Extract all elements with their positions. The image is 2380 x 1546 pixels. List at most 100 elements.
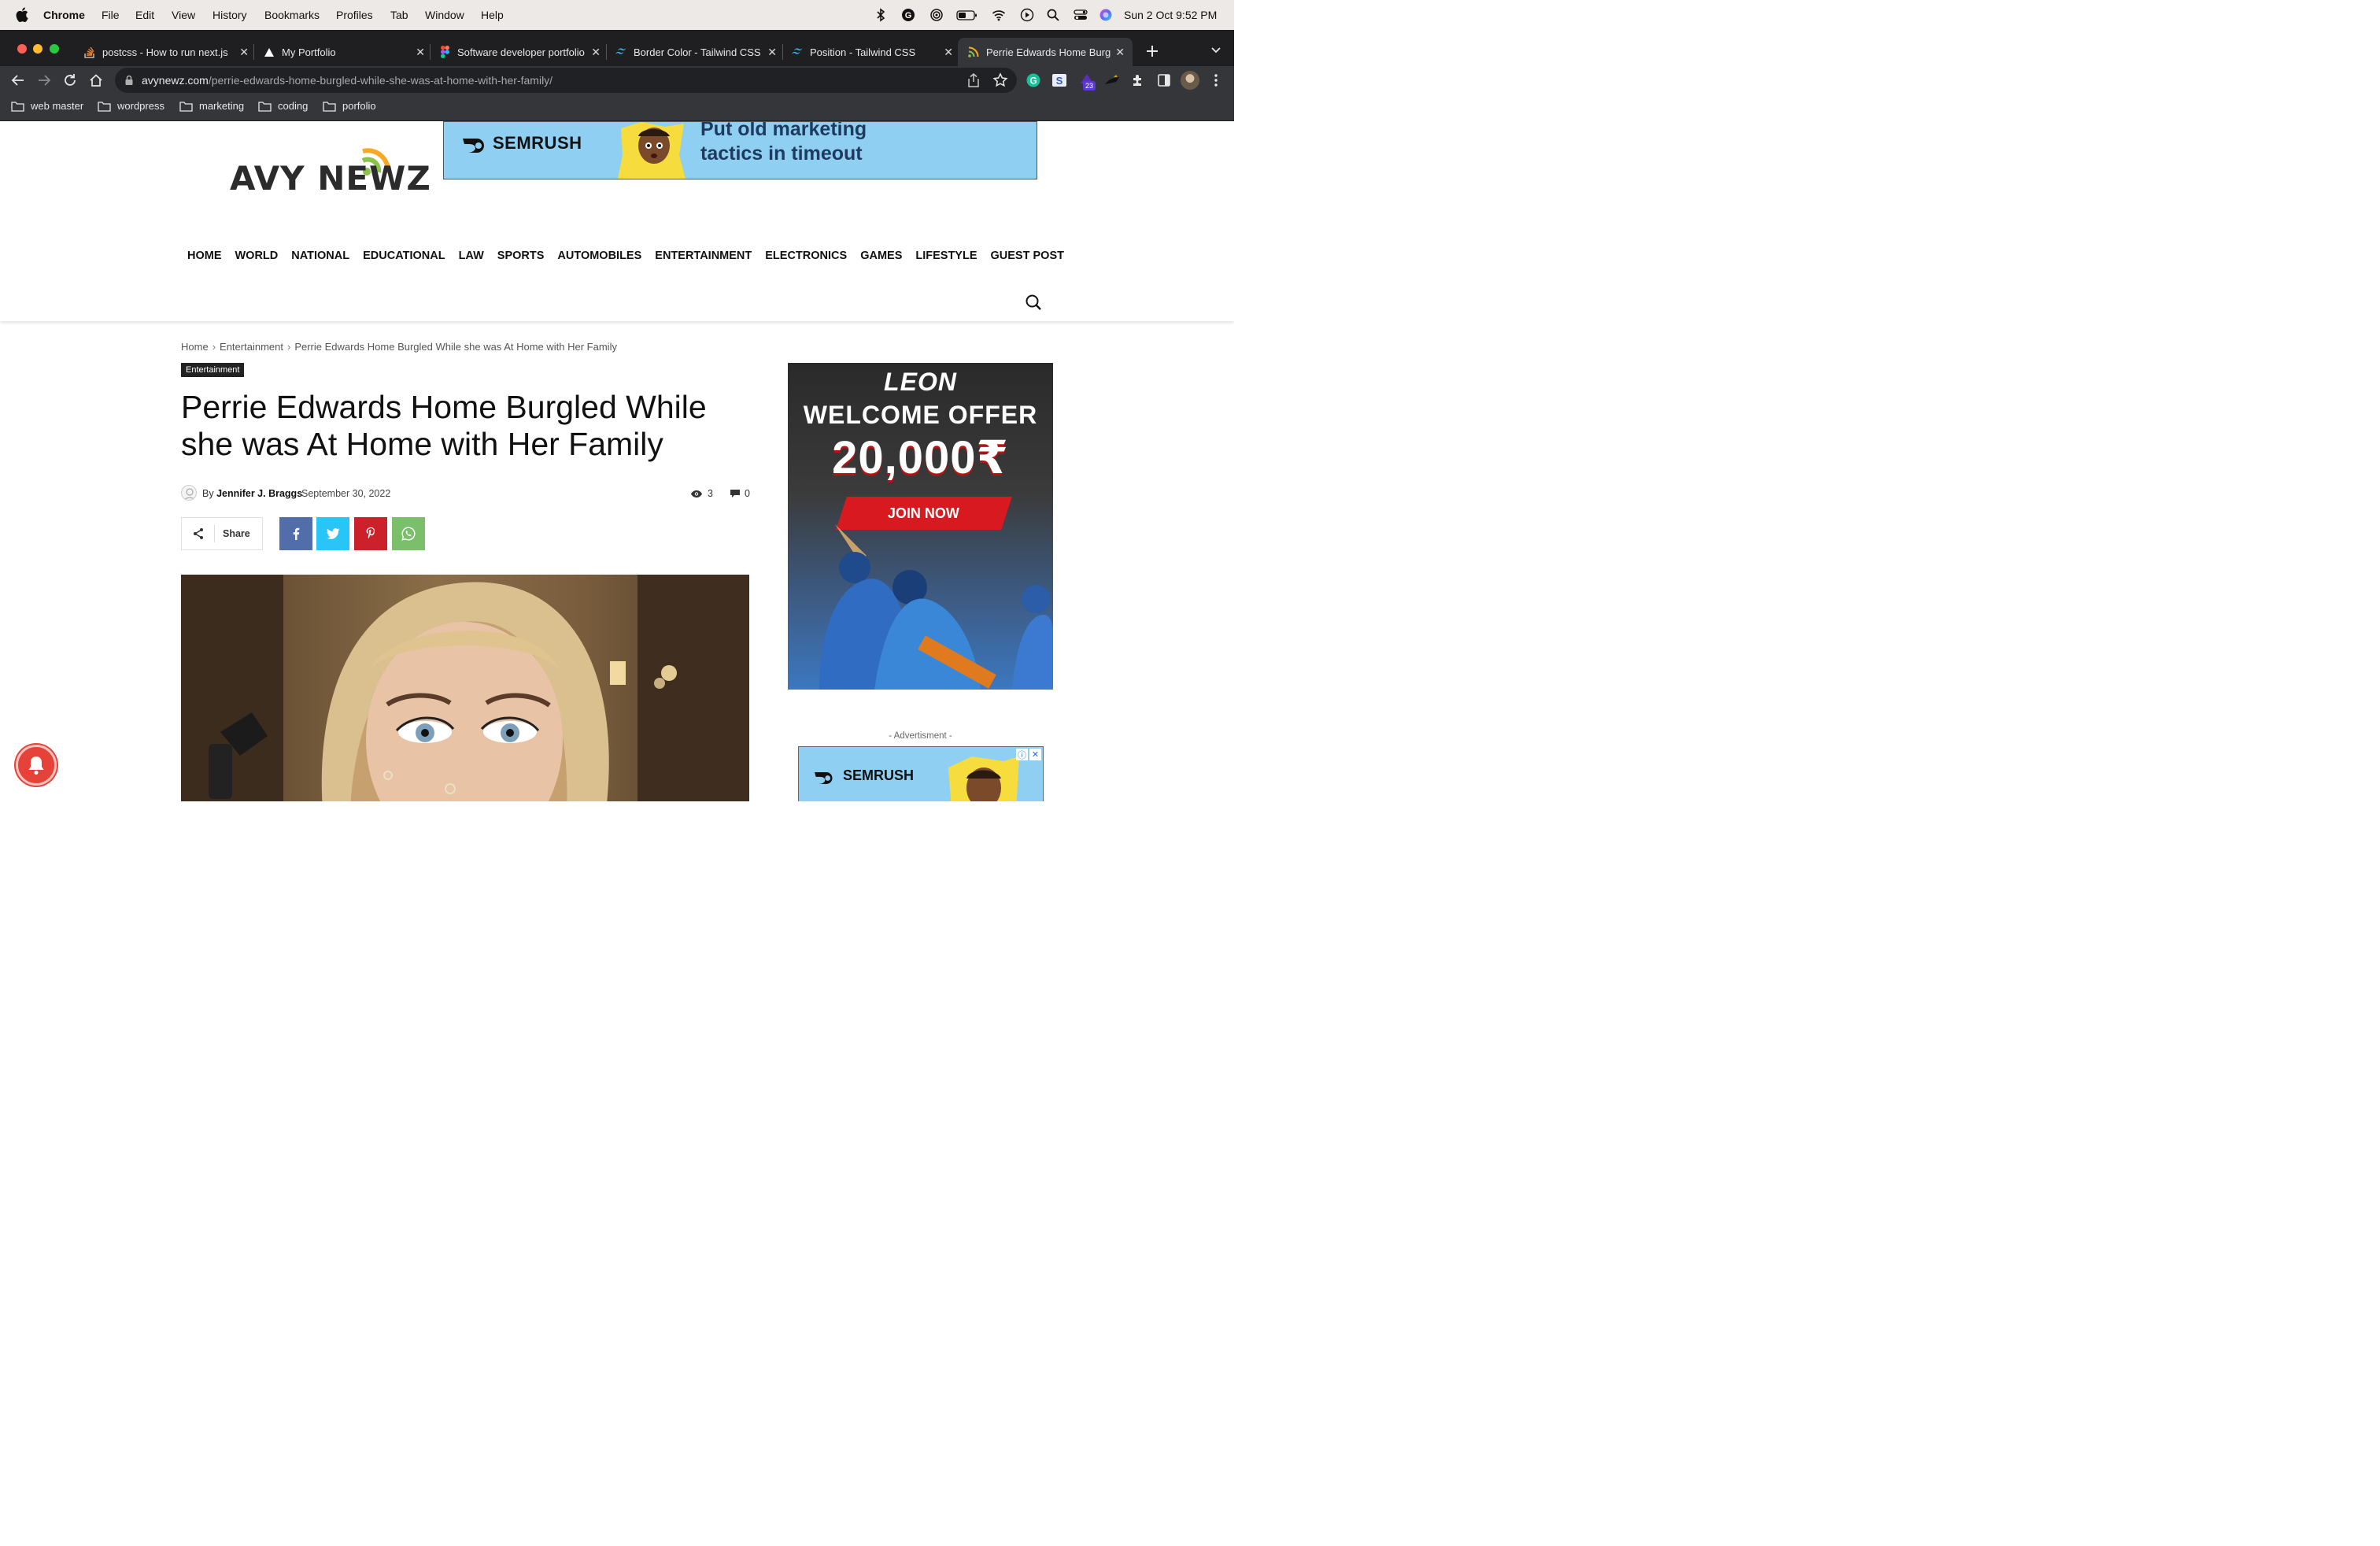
leon-ad-amount: 20,000₹ xyxy=(832,432,1009,483)
menu-app-chrome[interactable]: Chrome xyxy=(43,9,85,21)
ad-close-icon[interactable]: ✕ xyxy=(1029,749,1041,760)
apple-logo-icon[interactable] xyxy=(16,7,28,22)
push-notification-bell-button[interactable] xyxy=(16,745,57,786)
address-url[interactable]: avynewz.com/perrie-edwards-home-burgled-… xyxy=(142,74,552,87)
wifi-icon[interactable] xyxy=(992,8,1006,22)
menu-bar-clock[interactable]: Sun 2 Oct 9:52 PM xyxy=(1124,9,1217,21)
tab-postcss[interactable]: postcss - How to run next.js ✕ xyxy=(83,38,249,66)
nav-electronics[interactable]: ELECTRONICS xyxy=(765,250,847,262)
tab-close-icon[interactable]: ✕ xyxy=(944,46,953,59)
menu-edit[interactable]: Edit xyxy=(135,9,154,21)
semrush-extension-icon[interactable]: S xyxy=(1051,72,1067,88)
tab-close-icon[interactable]: ✕ xyxy=(591,46,601,59)
semrush-sidebar-ad[interactable]: SEMRUSH ⓘ ✕ xyxy=(798,746,1044,801)
author-name[interactable]: Jennifer J. Braggs xyxy=(216,488,302,499)
nav-automobiles[interactable]: AUTOMOBILES xyxy=(557,250,641,262)
back-arrow-icon[interactable] xyxy=(10,72,26,88)
nav-national[interactable]: NATIONAL xyxy=(291,250,349,262)
site-logo-text[interactable]: AVY NEWZ xyxy=(230,159,431,198)
chrome-menu-kebab-icon[interactable] xyxy=(1210,72,1222,88)
nav-games[interactable]: GAMES xyxy=(860,250,902,262)
category-badge[interactable]: Entertainment xyxy=(181,363,245,377)
tab-position-tailwind[interactable]: Position - Tailwind CSS ✕ xyxy=(791,38,953,66)
menu-file[interactable]: File xyxy=(102,9,120,21)
reload-icon[interactable] xyxy=(62,72,78,88)
menu-view[interactable]: View xyxy=(172,9,195,21)
author-avatar[interactable] xyxy=(181,485,197,501)
nav-educational[interactable]: EDUCATIONAL xyxy=(363,250,445,262)
tab-title: My Portfolio xyxy=(282,46,336,58)
whatfont-extension-icon[interactable] xyxy=(1103,72,1121,88)
tab-title: Software developer portfolio xyxy=(457,46,585,58)
lock-icon[interactable] xyxy=(124,75,134,86)
tab-close-icon[interactable]: ✕ xyxy=(239,46,249,59)
facebook-icon xyxy=(293,527,300,540)
tab-software-developer-portfolio[interactable]: Software developer portfolio ✕ xyxy=(438,38,601,66)
tab-divider xyxy=(782,44,783,60)
bookmark-folder-web-master[interactable]: web master xyxy=(11,100,83,112)
nav-guest-post[interactable]: GUEST POST xyxy=(991,250,1064,262)
article-featured-image[interactable] xyxy=(181,575,749,801)
profile-avatar[interactable] xyxy=(1181,71,1199,90)
siri-icon[interactable] xyxy=(1099,8,1113,22)
battery-icon[interactable] xyxy=(956,8,978,22)
breadcrumb-entertainment[interactable]: Entertainment xyxy=(220,341,283,353)
bookmark-folder-coding[interactable]: coding xyxy=(258,100,308,112)
semrush-fire-icon xyxy=(815,771,833,784)
tab-search-chevron-icon[interactable] xyxy=(1210,46,1221,54)
leon-sidebar-ad[interactable]: LEON WELCOME OFFER 20,000₹ JOIN NOW xyxy=(788,363,1053,690)
semrush-banner-ad[interactable]: SEMRUSH Put old marketing tactics in tim… xyxy=(443,121,1037,179)
nav-home[interactable]: HOME xyxy=(187,250,222,262)
spotlight-search-icon[interactable] xyxy=(1046,8,1060,22)
menu-help[interactable]: Help xyxy=(481,9,504,21)
extension-with-badge[interactable]: 23 xyxy=(1079,72,1098,93)
window-close-button[interactable] xyxy=(17,44,27,54)
share-whatsapp-button[interactable] xyxy=(392,517,425,550)
grammarly-icon[interactable]: G xyxy=(901,8,915,22)
new-tab-icon[interactable] xyxy=(1146,45,1159,57)
semrush-ad2-brand-text: SEMRUSH xyxy=(843,767,915,783)
breadcrumb-home[interactable]: Home xyxy=(181,341,209,353)
menu-history[interactable]: History xyxy=(213,9,247,21)
extensions-puzzle-icon[interactable] xyxy=(1130,72,1146,88)
bluetooth-icon[interactable] xyxy=(874,8,888,22)
menu-bookmarks[interactable]: Bookmarks xyxy=(264,9,320,21)
menu-profiles[interactable]: Profiles xyxy=(336,9,373,21)
nav-law[interactable]: LAW xyxy=(459,250,484,262)
home-icon[interactable] xyxy=(88,72,104,88)
window-minimize-button[interactable] xyxy=(33,44,42,54)
comment-count[interactable]: 0 xyxy=(730,488,750,499)
share-page-icon[interactable] xyxy=(966,72,981,88)
share-facebook-button[interactable] xyxy=(279,517,312,550)
pinterest-icon xyxy=(366,527,375,539)
menu-tab[interactable]: Tab xyxy=(390,9,408,21)
bookmark-folder-marketing[interactable]: marketing xyxy=(179,100,244,112)
forward-arrow-icon[interactable] xyxy=(36,72,52,88)
nav-entertainment[interactable]: ENTERTAINMENT xyxy=(655,250,752,262)
bookmark-folder-porfolio[interactable]: porfolio xyxy=(323,100,376,112)
share-twitter-button[interactable] xyxy=(316,517,349,550)
media-play-icon[interactable] xyxy=(1020,8,1034,22)
share-button[interactable]: Share xyxy=(181,517,263,550)
bookmark-folder-wordpress[interactable]: wordpress xyxy=(98,100,164,112)
tab-close-icon[interactable]: ✕ xyxy=(1115,46,1125,59)
nav-sports[interactable]: SPORTS xyxy=(497,250,545,262)
airdrop-icon[interactable] xyxy=(929,8,944,22)
tab-close-icon[interactable]: ✕ xyxy=(767,46,777,59)
tab-my-portfolio[interactable]: My Portfolio ✕ xyxy=(263,38,425,66)
tab-perrie-edwards-active[interactable]: Perrie Edwards Home Burgled ✕ xyxy=(958,38,1133,66)
tab-border-color-tailwind[interactable]: Border Color - Tailwind CSS ✕ xyxy=(615,38,777,66)
share-pinterest-button[interactable] xyxy=(354,517,387,550)
control-center-icon[interactable] xyxy=(1074,8,1088,22)
ad-info-icon[interactable]: ⓘ xyxy=(1016,749,1028,760)
bookmark-label: marketing xyxy=(199,100,245,112)
window-zoom-button[interactable] xyxy=(50,44,59,54)
tab-close-icon[interactable]: ✕ xyxy=(416,46,425,59)
grammarly-extension-icon[interactable]: G xyxy=(1026,72,1041,88)
side-panel-icon[interactable] xyxy=(1156,72,1172,88)
site-search-icon[interactable] xyxy=(1025,294,1042,311)
menu-window[interactable]: Window xyxy=(425,9,464,21)
nav-world[interactable]: WORLD xyxy=(235,250,279,262)
bookmark-star-icon[interactable] xyxy=(992,72,1008,88)
nav-lifestyle[interactable]: LIFESTYLE xyxy=(915,250,977,262)
